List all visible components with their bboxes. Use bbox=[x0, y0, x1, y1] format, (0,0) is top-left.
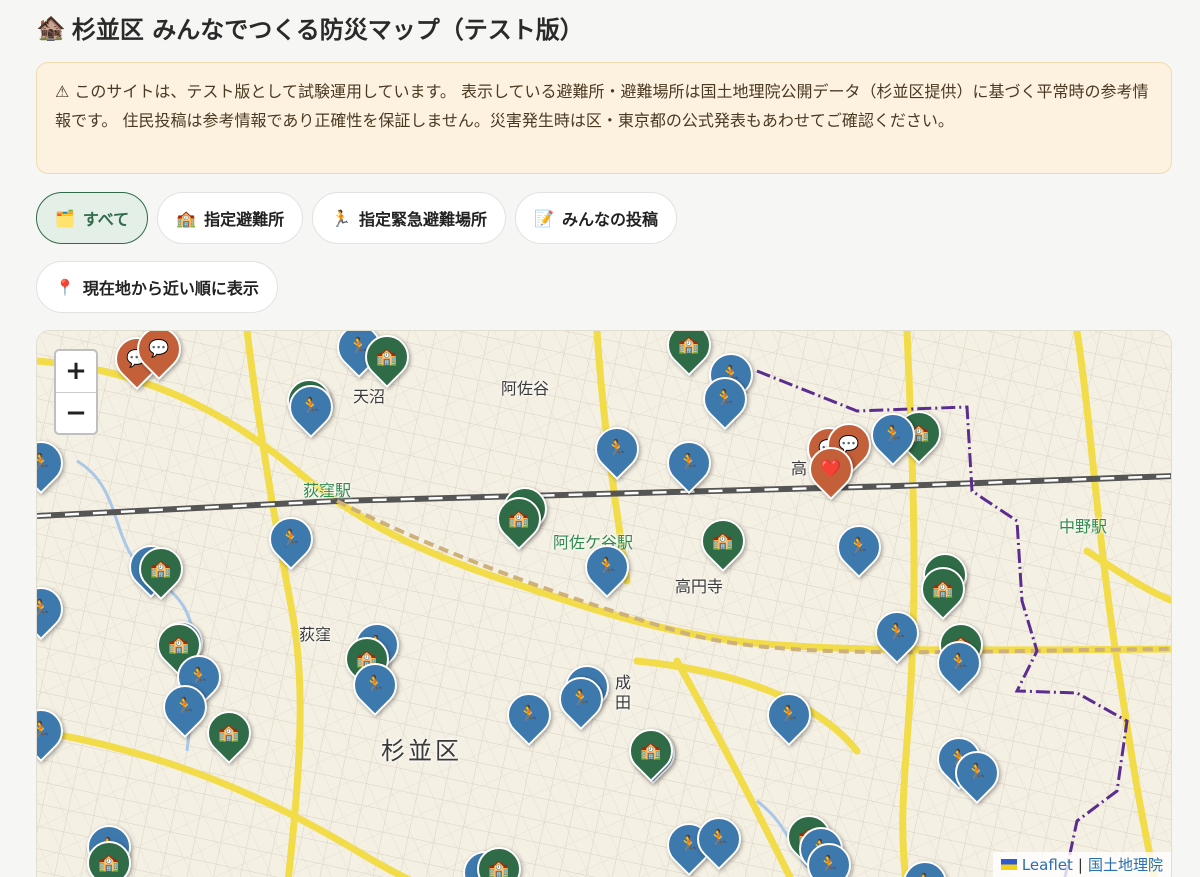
speech-bubble-icon: 💬 bbox=[148, 339, 170, 359]
school-icon: 🏫 bbox=[488, 859, 510, 877]
filter-shelter-button[interactable]: 🏫 指定避難所 bbox=[157, 192, 304, 244]
running-person-icon: 🏃 bbox=[678, 453, 700, 473]
running-person-icon: 🏃 bbox=[606, 439, 628, 459]
running-person-icon: 🏃 bbox=[778, 705, 800, 725]
school-icon: 🏫 bbox=[150, 559, 172, 579]
school-icon: 🏫 bbox=[712, 531, 734, 551]
running-person-icon: 🏃 bbox=[280, 529, 302, 549]
running-person-icon: 🏃 bbox=[818, 855, 840, 875]
notice-text: ⚠ このサイトは、テスト版として試験運用しています。 表示している避難所・避難場… bbox=[55, 82, 1149, 130]
running-person-icon: 🏃 bbox=[300, 397, 322, 417]
attribution-separator: | bbox=[1077, 855, 1083, 874]
running-person-icon: 🏃 bbox=[948, 653, 970, 673]
running-person-icon: 🏃 bbox=[882, 425, 904, 445]
school-icon: 🏫 bbox=[376, 347, 398, 367]
map-label: 中野駅 bbox=[1059, 517, 1108, 536]
zoom-in-button[interactable]: + bbox=[56, 351, 96, 392]
map-label: 阿佐谷 bbox=[501, 379, 550, 398]
notice-banner: ⚠ このサイトは、テスト版として試験運用しています。 表示している避難所・避難場… bbox=[36, 62, 1172, 174]
map-label: 高 bbox=[791, 459, 808, 478]
memo-icon: 📝 bbox=[534, 208, 554, 228]
running-person-icon: 🏃 bbox=[36, 721, 52, 741]
running-person-icon: 🏃 bbox=[174, 697, 196, 717]
running-person-icon: 🏃 bbox=[36, 599, 52, 619]
folder-icon: 🗂️ bbox=[55, 208, 75, 228]
map-label: 成田 bbox=[615, 673, 632, 712]
sort-by-location-label: 現在地から近い順に表示 bbox=[82, 279, 259, 298]
map-label: 高円寺 bbox=[675, 577, 724, 596]
running-person-icon: 🏃 bbox=[714, 389, 736, 409]
filter-label: みんなの投稿 bbox=[561, 210, 658, 229]
ukraine-flag-icon bbox=[1000, 859, 1017, 870]
running-person-icon: 🏃 bbox=[848, 537, 870, 557]
running-person-icon: 🏃 bbox=[596, 557, 618, 577]
sort-by-location-button[interactable]: 📍 現在地から近い順に表示 bbox=[36, 261, 278, 313]
running-person-icon: 🏃 bbox=[364, 675, 386, 695]
running-person-icon: 🏃 bbox=[36, 453, 52, 473]
filter-label: すべて bbox=[82, 210, 130, 229]
school-icon: 🏫 bbox=[508, 509, 530, 529]
filter-all-button[interactable]: 🗂️ すべて bbox=[36, 192, 149, 244]
running-person-icon: 🏃 bbox=[518, 705, 540, 725]
filter-label: 指定緊急避難場所 bbox=[359, 210, 488, 229]
filter-evacuation-button[interactable]: 🏃 指定緊急避難場所 bbox=[312, 192, 507, 244]
heart-icon: ❤️ bbox=[820, 459, 842, 479]
house-icon: 🏚️ bbox=[36, 13, 66, 42]
zoom-control: + − bbox=[54, 349, 98, 435]
school-icon: 🏫 bbox=[98, 853, 120, 873]
map-label: 杉並区 bbox=[381, 737, 462, 765]
leaflet-link[interactable]: Leaflet bbox=[1022, 856, 1073, 874]
pin-icon: 📍 bbox=[55, 277, 75, 297]
running-person-icon: 🏃 bbox=[331, 208, 352, 228]
map[interactable]: 天沼 阿佐谷 荻窪駅 阿佐ケ谷駅 高円寺 荻窪 成田 杉並区 中野駅 高 🏃 🏫 💬… bbox=[36, 330, 1172, 877]
map-label: 天沼 bbox=[353, 387, 386, 406]
running-person-icon: 🏃 bbox=[966, 763, 988, 783]
running-person-icon: 🏃 bbox=[905, 863, 945, 877]
zoom-out-button[interactable]: − bbox=[56, 391, 96, 434]
running-person-icon: 🏃 bbox=[708, 829, 730, 849]
school-icon: 🏫 bbox=[932, 579, 954, 599]
running-person-icon: 🏃 bbox=[886, 623, 908, 643]
page-title-text: 杉並区 みんなでつくる防災マップ（テスト版） bbox=[71, 16, 584, 44]
gsi-link[interactable]: 国土地理院 bbox=[1088, 854, 1163, 875]
filter-bar: 🗂️ すべて 🏫 指定避難所 🏃 指定緊急避難場所 📝 みんなの投稿 bbox=[36, 192, 677, 244]
filter-label: 指定避難所 bbox=[204, 210, 285, 229]
running-person-icon: 🏃 bbox=[570, 689, 592, 709]
page-title: 🏚️ 杉並区 みんなでつくる防災マップ（テスト版） bbox=[36, 10, 584, 45]
map-attribution: Leaflet | 国土地理院 bbox=[992, 852, 1171, 877]
school-icon: 🏫 bbox=[640, 741, 662, 761]
map-label: 荻窪 bbox=[299, 625, 332, 644]
school-icon: 🏫 bbox=[176, 208, 197, 228]
school-icon: 🏫 bbox=[678, 335, 700, 355]
filter-posts-button[interactable]: 📝 みんなの投稿 bbox=[515, 192, 677, 244]
map-base-layer bbox=[37, 331, 1171, 877]
school-icon: 🏫 bbox=[218, 723, 240, 743]
map-label: 荻窪駅 bbox=[303, 481, 352, 500]
